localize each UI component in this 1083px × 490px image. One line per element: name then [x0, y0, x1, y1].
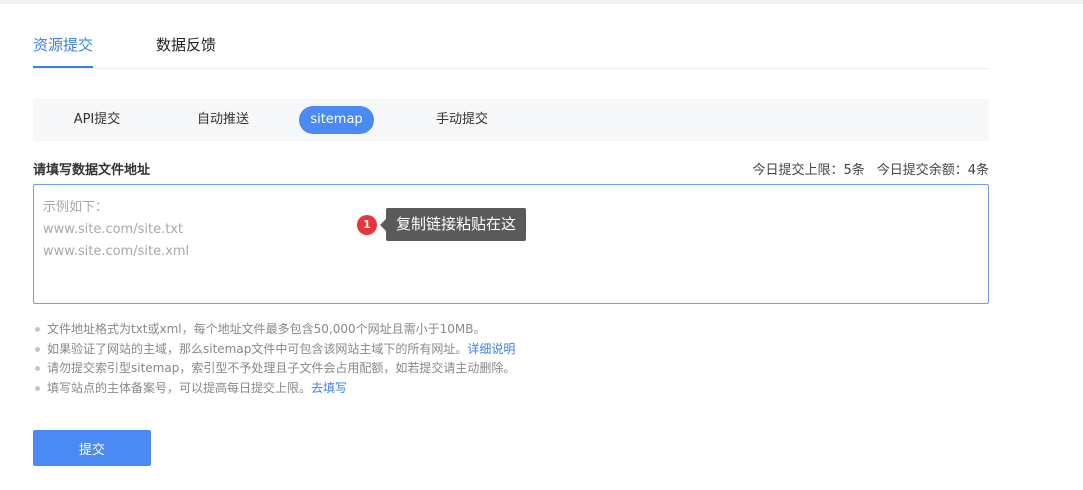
quota-info: 今日提交上限：5条 今日提交余额：4条	[752, 162, 989, 180]
subtab-manual[interactable]: 手动提交	[412, 106, 512, 134]
tab-data-feedback[interactable]: 数据反馈	[156, 34, 216, 56]
url-input-box	[33, 184, 989, 304]
paste-hint-tooltip: 复制链接粘贴在这	[379, 208, 527, 241]
quota-limit: 今日提交上限：5条	[752, 163, 865, 178]
notes-list: 文件地址格式为txt或xml，每个地址文件最多包含50,000个网址且需小于10…	[33, 320, 993, 398]
note-text: 填写站点的主体备案号，可以提高每日提交上限。	[47, 380, 312, 395]
subtab-auto-push[interactable]: 自动推送	[173, 106, 273, 134]
sitemap-url-input[interactable]	[34, 185, 988, 303]
main-tabs: 资源提交 数据反馈	[33, 20, 989, 69]
url-field-label: 请填写数据文件地址	[33, 163, 151, 178]
quota-remaining: 今日提交余额：4条	[876, 163, 989, 178]
top-bar	[0, 0, 1083, 4]
note-text: 请勿提交索引型sitemap，索引型不予处理且子文件会占用配额，如若提交请主动删…	[47, 361, 516, 375]
subtab-sitemap[interactable]: sitemap	[299, 106, 374, 134]
details-link[interactable]: 详细说明	[467, 342, 515, 356]
note-text: 文件地址格式为txt或xml，每个地址文件最多包含50,000个网址且需小于10…	[47, 322, 486, 336]
step-number-badge: 1	[357, 215, 377, 235]
note-item: 文件地址格式为txt或xml，每个地址文件最多包含50,000个网址且需小于10…	[33, 320, 993, 340]
fill-in-link[interactable]: 去填写	[311, 381, 347, 395]
note-item: 填写站点的主体备案号，可以提高每日提交上限。去填写	[33, 379, 993, 399]
submit-method-tabs: API提交 自动推送 sitemap 手动提交	[33, 99, 989, 141]
subtab-api[interactable]: API提交	[59, 106, 135, 134]
tab-resource-submit[interactable]: 资源提交	[33, 34, 94, 68]
submit-button[interactable]: 提交	[33, 430, 151, 466]
note-item: 请勿提交索引型sitemap，索引型不予处理且子文件会占用配额，如若提交请主动删…	[33, 359, 993, 379]
note-text: 如果验证了网站的主域，那么sitemap文件中可包含该网站主域下的所有网址。	[47, 341, 468, 356]
note-item: 如果验证了网站的主域，那么sitemap文件中可包含该网站主域下的所有网址。详细…	[33, 340, 993, 360]
